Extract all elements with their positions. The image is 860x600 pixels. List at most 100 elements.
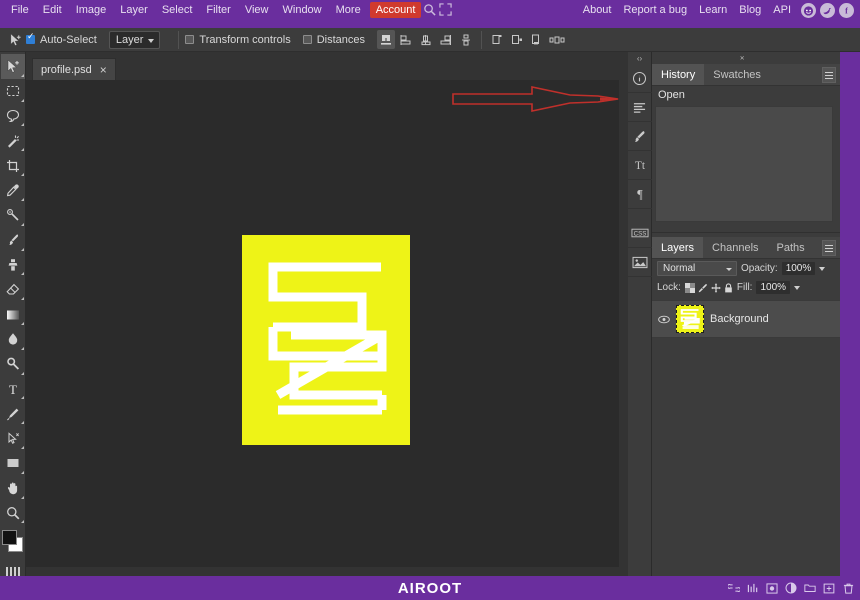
delete-layer-button[interactable] [842,582,854,594]
eye-icon[interactable] [658,315,670,324]
artboard[interactable] [242,235,410,445]
align-horizontal-centers-icon[interactable] [397,30,415,49]
brush-panel-icon[interactable] [627,122,652,151]
type-tool[interactable]: T [1,377,25,402]
paragraph-panel-icon[interactable]: ¶ [627,180,652,209]
menu-layer[interactable]: Layer [113,2,155,18]
menu-select[interactable]: Select [155,2,200,18]
distribute-center-icon[interactable] [508,30,526,49]
move-tool[interactable] [0,54,25,79]
history-list-empty-area[interactable] [655,106,833,222]
healing-brush-tool[interactable] [1,203,25,228]
layer-scope-dropdown[interactable]: Layer [108,30,161,49]
canvas-horizontal-scrollbar[interactable] [26,567,619,576]
menu-report-a-bug[interactable]: Report a bug [617,2,693,18]
foreground-color-swatch[interactable] [1,530,17,546]
menu-more[interactable]: More [329,2,368,18]
opacity-value[interactable]: 100% [781,262,816,275]
layer-thumbnail[interactable] [676,305,704,333]
auto-select-checkbox[interactable]: Auto-Select [26,32,97,46]
transform-controls-checkbox[interactable]: Transform controls [185,34,291,46]
paintbrush-tool[interactable] [1,228,25,253]
twitter-icon[interactable] [820,2,835,18]
history-item-open[interactable]: Open [652,86,840,104]
blur-tool[interactable] [1,327,25,352]
history-collapse-icon[interactable]: ›‹ [740,53,744,62]
eraser-tool[interactable] [1,277,25,302]
distribute-spacing-icon[interactable] [548,30,566,49]
menu-edit[interactable]: Edit [36,2,69,18]
distances-checkbox-box[interactable] [302,35,312,44]
zoom-tool[interactable] [1,501,25,526]
new-layer-button[interactable] [823,582,835,594]
close-icon[interactable]: × [100,64,107,76]
layer-style-button[interactable] [747,582,759,594]
menu-account[interactable]: Account [369,2,422,18]
clone-stamp-tool[interactable] [1,253,25,278]
reddit-icon[interactable] [801,2,816,18]
menu-api[interactable]: API [767,2,797,18]
distribute-right-icon[interactable] [528,30,546,49]
layers-panel-menu-icon[interactable] [822,240,836,256]
document-tab-profile-psd[interactable]: profile.psd × [32,58,116,80]
history-panel-menu-icon[interactable] [822,67,836,83]
blend-mode-select[interactable]: Normal [657,261,737,276]
css-panel-icon[interactable]: CSS [627,219,652,248]
align-right-edges-icon[interactable] [437,30,455,49]
magic-wand-tool[interactable] [1,128,25,153]
transform-controls-checkbox-box[interactable] [185,35,195,44]
lasso-tool[interactable] [1,104,25,129]
shape-tool[interactable] [1,451,25,476]
distribute-left-icon[interactable] [488,30,506,49]
tab-channels[interactable]: Channels [703,237,767,258]
tab-swatches[interactable]: Swatches [704,64,770,85]
menu-blog[interactable]: Blog [733,2,767,18]
gradient-tool[interactable] [1,302,25,327]
dodge-tool[interactable] [1,352,25,377]
distances-checkbox[interactable]: Distances [302,34,365,46]
eyedropper-tool[interactable] [1,178,25,203]
crop-tool[interactable] [1,153,25,178]
image-panel-icon[interactable] [627,248,652,277]
character-panel-icon[interactable]: Tt [627,151,652,180]
menu-window[interactable]: Window [276,2,329,18]
search-icon[interactable] [423,3,439,17]
add-mask-button[interactable] [766,582,778,594]
align-left-edges-icon[interactable] [377,30,395,49]
menu-filter[interactable]: Filter [199,2,237,18]
lock-transparent-pixels-icon[interactable] [684,282,695,293]
rail-collapse-icon[interactable]: ‹› [637,52,642,64]
rectangular-marquee-tool[interactable] [1,79,25,104]
menu-about[interactable]: About [577,2,618,18]
link-layers-button[interactable] [728,582,740,594]
fill-value[interactable]: 100% [756,281,791,294]
info-panel-icon[interactable] [627,64,652,93]
hand-tool[interactable] [1,476,25,501]
facebook-icon[interactable]: f [839,2,854,18]
layer-row-background[interactable]: Background [652,300,840,338]
quick-mask-icon[interactable] [5,567,20,577]
lock-all-icon[interactable] [724,282,733,293]
histogram-panel-icon[interactable] [627,93,652,122]
path-selection-tool[interactable] [1,426,25,451]
fullscreen-icon[interactable] [439,3,455,17]
canvas-area[interactable] [26,80,628,576]
auto-select-checkbox-box[interactable] [26,32,35,44]
menu-file[interactable]: File [4,2,36,18]
pen-tool[interactable] [1,401,25,426]
menu-learn[interactable]: Learn [693,2,733,18]
color-swatches[interactable] [0,529,26,559]
opacity-caret-icon[interactable] [819,266,826,271]
tab-layers[interactable]: Layers [652,237,704,258]
lock-position-icon[interactable] [711,283,721,293]
new-group-button[interactable] [804,582,816,594]
lock-image-pixels-icon[interactable] [698,283,708,293]
tab-history[interactable]: History [652,64,705,85]
fill-caret-icon[interactable] [794,285,801,290]
adjustment-layer-button[interactable] [785,582,797,594]
align-top-edges-icon[interactable] [417,30,435,49]
menu-view[interactable]: View [238,2,276,18]
tab-paths[interactable]: Paths [768,237,814,258]
align-vertical-centers-icon[interactable] [457,30,475,49]
menu-image[interactable]: Image [69,2,114,18]
